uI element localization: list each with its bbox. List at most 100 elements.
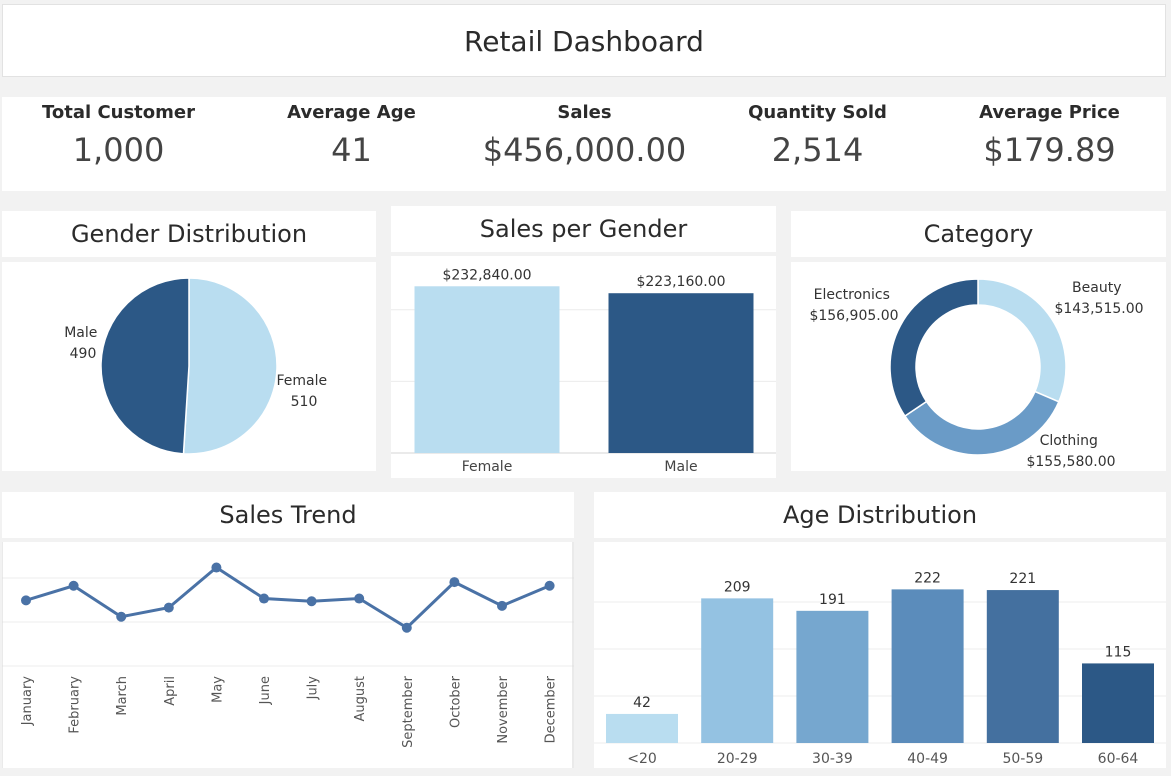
category-slice-electronics[interactable] <box>889 278 979 418</box>
point-october[interactable] <box>449 577 460 588</box>
pie-label-male-value: 490 <box>70 346 97 362</box>
gender-slice-female[interactable] <box>182 277 278 455</box>
point-november[interactable] <box>497 600 507 611</box>
donut-label-electronics: Electronics $156,905.00 <box>809 287 898 324</box>
kpi-label: Average Price <box>979 102 1120 123</box>
kpi-total-customer: Total Customer 1,000 <box>2 97 235 191</box>
point-january[interactable] <box>21 595 31 606</box>
kpi-row: Total Customer 1,000 Average Age 41 Sale… <box>2 97 1166 191</box>
x-tick-label: October <box>448 675 463 728</box>
donut-label-clothing: Clothing $155,580.00 <box>1026 433 1115 470</box>
age-distribution-panel: 42 <20 209 20-29 191 30-39 222 40-49 221 50-59 115… <box>594 542 1166 768</box>
dashboard-header: Retail Dashboard <box>2 4 1166 77</box>
bar-male[interactable] <box>608 293 754 453</box>
point-july[interactable] <box>306 596 317 607</box>
x-tick-label: Male <box>664 459 697 475</box>
sales-trend-line <box>25 565 551 630</box>
sales-trend-title: Sales Trend <box>2 492 574 538</box>
donut-label-electronics-name: Electronics <box>814 287 890 303</box>
x-tick-label: November <box>496 675 511 743</box>
gender-distribution-panel: Male 490 Female 510 <box>2 262 376 471</box>
bar-age-50-59[interactable] <box>986 590 1059 743</box>
pie-label-male: Male 490 <box>64 325 102 362</box>
x-tick-label: 30-39 <box>812 751 853 767</box>
bar-value-label: $223,160.00 <box>636 274 725 290</box>
point-september[interactable] <box>401 622 412 633</box>
x-tick-label: July <box>306 676 321 701</box>
pie-label-female-value: 510 <box>291 394 318 410</box>
bar-female[interactable] <box>414 286 560 453</box>
bar-age-20[interactable] <box>606 713 678 743</box>
category-slice-clothing[interactable] <box>903 390 1060 456</box>
bar-value-label: 209 <box>724 579 751 595</box>
category-panel: Electronics $156,905.00 Beauty $143,515.… <box>791 262 1166 471</box>
bar-age-40-49[interactable] <box>891 589 964 743</box>
x-tick-label: 50-59 <box>1002 751 1043 767</box>
page-title: Retail Dashboard <box>464 25 704 58</box>
kpi-value: 1,000 <box>72 131 165 169</box>
x-tick-label: March <box>115 676 130 716</box>
bar-value-label: $232,840.00 <box>442 267 531 283</box>
gender-pie-chart: Male 490 Female 510 <box>64 277 331 455</box>
bar-value-label: 191 <box>819 592 846 608</box>
sales-per-gender-chart: $232,840.00 Female $223,160.00 Male <box>391 267 776 475</box>
x-tick-label: April <box>163 676 178 706</box>
x-tick-label: 20-29 <box>717 751 758 767</box>
x-tick-label: January <box>20 676 35 727</box>
donut-label-beauty-value: $143,515.00 <box>1054 301 1143 317</box>
donut-label-clothing-name: Clothing <box>1040 433 1098 449</box>
x-tick-label: September <box>401 675 416 748</box>
bar-value-label: 115 <box>1105 644 1132 660</box>
kpi-average-price: Average Price $179.89 <box>933 97 1166 191</box>
sales-trend-chart: January February March April May June July Augu… <box>1 542 574 768</box>
point-june[interactable] <box>259 593 269 604</box>
bar-age-20-29[interactable] <box>701 598 774 743</box>
kpi-label: Quantity Sold <box>748 102 887 123</box>
kpi-value: $179.89 <box>983 131 1116 169</box>
point-may[interactable] <box>211 562 222 573</box>
donut-label-electronics-value: $156,905.00 <box>809 308 898 324</box>
kpi-label: Average Age <box>287 102 416 123</box>
kpi-label: Total Customer <box>42 102 195 123</box>
kpi-quantity-sold: Quantity Sold 2,514 <box>701 97 934 191</box>
kpi-value: $456,000.00 <box>482 131 687 169</box>
pie-label-male-name: Male <box>64 325 97 341</box>
bar-value-label: 222 <box>914 570 941 586</box>
bar-value-label: 221 <box>1009 571 1036 587</box>
sales-per-gender-panel: $232,840.00 Female $223,160.00 Male <box>391 256 776 478</box>
age-distribution-title: Age Distribution <box>594 492 1166 538</box>
kpi-sales: Sales $456,000.00 <box>468 97 701 191</box>
x-tick-label: February <box>68 676 83 734</box>
donut-label-beauty-name: Beauty <box>1072 280 1121 296</box>
sales-per-gender-title: Sales per Gender <box>391 206 776 252</box>
x-tick-label: August <box>353 676 368 722</box>
gender-slice-male[interactable] <box>100 277 190 455</box>
kpi-value: 41 <box>331 131 372 169</box>
donut-label-clothing-value: $155,580.00 <box>1026 454 1115 470</box>
bar-age-60-64[interactable] <box>1082 663 1154 743</box>
x-tick-label: Female <box>462 459 513 475</box>
x-tick-label: May <box>210 676 225 703</box>
category-slice-beauty[interactable] <box>977 278 1067 403</box>
bar-age-30-39[interactable] <box>796 610 869 743</box>
kpi-value: 2,514 <box>771 131 864 169</box>
x-tick-label: <20 <box>627 751 657 767</box>
point-december[interactable] <box>544 580 555 591</box>
pie-label-female-name: Female <box>276 373 327 389</box>
kpi-label: Sales <box>557 102 612 123</box>
x-tick-label: 40-49 <box>907 751 948 767</box>
point-april[interactable] <box>163 602 174 613</box>
x-tick-label: June <box>258 676 273 705</box>
point-august[interactable] <box>354 593 365 604</box>
category-title: Category <box>791 211 1166 257</box>
pie-label-female: Female 510 <box>276 373 331 410</box>
donut-label-beauty: Beauty $143,515.00 <box>1054 280 1143 317</box>
category-donut-chart: Electronics $156,905.00 Beauty $143,515.… <box>809 278 1144 470</box>
gender-distribution-title: Gender Distribution <box>2 211 376 257</box>
point-february[interactable] <box>68 580 79 591</box>
bar-value-label: 42 <box>633 695 651 711</box>
age-distribution-chart: 42 <20 209 20-29 191 30-39 222 40-49 221 50-59 115… <box>594 570 1166 767</box>
kpi-average-age: Average Age 41 <box>235 97 468 191</box>
point-march[interactable] <box>116 611 127 622</box>
x-tick-label: December <box>544 675 559 743</box>
